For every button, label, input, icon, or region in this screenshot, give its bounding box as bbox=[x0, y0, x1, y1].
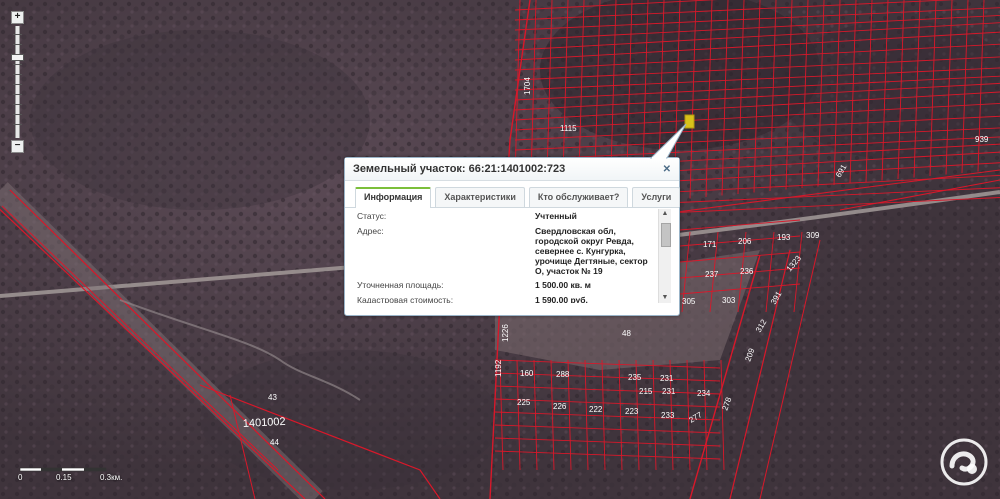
parcel-info-popup: Земельный участок: 66:21:1401002:723 ✕ И… bbox=[344, 123, 687, 316]
info-row-status: Статус: Учтенный bbox=[357, 211, 653, 222]
scroll-thumb[interactable] bbox=[661, 223, 671, 247]
zoom-slider-handle[interactable] bbox=[11, 54, 24, 61]
zoom-tick bbox=[13, 114, 22, 115]
zoom-tick bbox=[13, 124, 22, 125]
parcel-label: 193 bbox=[777, 233, 791, 242]
info-value: 1 500.00 кв. м bbox=[535, 280, 591, 290]
info-value: Учтенный bbox=[535, 211, 577, 221]
zoom-tick bbox=[13, 74, 22, 75]
parcel-label: 1704 bbox=[523, 77, 532, 95]
zoom-tick bbox=[13, 34, 22, 35]
parcel-label: 223 bbox=[625, 407, 639, 416]
zoom-tick bbox=[13, 104, 22, 105]
info-row-address: Адрес: Свердловская обл, городской округ… bbox=[357, 226, 653, 276]
scale-label: 0.3км. bbox=[100, 473, 123, 482]
zoom-in-icon[interactable]: + bbox=[11, 11, 24, 24]
parcel-label: 48 bbox=[622, 329, 631, 338]
parcel-label: 171 bbox=[703, 240, 717, 249]
tab-characteristics[interactable]: Характеристики bbox=[435, 187, 525, 207]
zoom-out-icon[interactable]: − bbox=[11, 140, 24, 153]
popup-header: Земельный участок: 66:21:1401002:723 ✕ bbox=[345, 158, 679, 181]
parcel-label: 44 bbox=[270, 438, 279, 447]
parcel-label: 206 bbox=[738, 237, 752, 246]
close-icon[interactable]: ✕ bbox=[663, 164, 671, 175]
parcel-label: 235 bbox=[628, 373, 642, 382]
parcel-label: 160 bbox=[520, 369, 534, 378]
parcel-label: 233 bbox=[661, 411, 675, 420]
scroll-down-icon[interactable]: ▼ bbox=[659, 293, 671, 303]
parcel-label: 231 bbox=[662, 387, 676, 396]
parcel-label: 231 bbox=[660, 374, 674, 383]
scale-bar: 0 0.15 0.3км. bbox=[18, 462, 128, 484]
parcel-label: 237 bbox=[705, 270, 719, 279]
parcel-label: 222 bbox=[589, 405, 603, 414]
info-row-area: Уточненная площадь: 1 500.00 кв. м bbox=[357, 280, 653, 291]
parcel-label: 226 bbox=[553, 402, 567, 411]
scale-label: 0.15 bbox=[56, 473, 72, 482]
zoom-tick bbox=[13, 44, 22, 45]
parcel-label: 225 bbox=[517, 398, 531, 407]
info-label: Статус: bbox=[357, 211, 387, 221]
parcel-label: 236 bbox=[740, 267, 754, 276]
selected-parcel[interactable] bbox=[684, 114, 695, 129]
parcel-label: 1226 bbox=[501, 324, 510, 342]
tab-who-serves[interactable]: Кто обслуживает? bbox=[528, 187, 629, 207]
info-row-cost: Кадастровая стоимость: 1 590.00 руб. bbox=[357, 295, 653, 303]
parcel-label: 939 bbox=[975, 135, 989, 144]
info-value: 1 590.00 руб. bbox=[535, 295, 588, 303]
parcel-label: 215 bbox=[639, 387, 653, 396]
zoom-tick bbox=[13, 84, 22, 85]
parcel-label: 303 bbox=[722, 296, 736, 305]
scale-label: 0 bbox=[18, 473, 23, 482]
parcel-label: 1115 bbox=[560, 124, 577, 133]
info-label: Уточненная площадь: bbox=[357, 280, 444, 290]
zoom-tick bbox=[13, 64, 22, 65]
tab-info[interactable]: Информация bbox=[355, 187, 432, 208]
parcel-label: 43 bbox=[268, 393, 277, 402]
info-label: Адрес: bbox=[357, 226, 384, 236]
info-label: Кадастровая стоимость: bbox=[357, 295, 454, 303]
parcel-label: 1192 bbox=[494, 359, 503, 377]
popup-title: Земельный участок: 66:21:1401002:723 bbox=[353, 163, 566, 175]
popup-tabs: Информация Характеристики Кто обслуживае… bbox=[345, 181, 681, 208]
zoom-control: + − bbox=[11, 11, 24, 153]
parcel-label: 234 bbox=[697, 389, 711, 398]
rosreestr-logo-icon bbox=[938, 436, 990, 488]
zoom-tick bbox=[13, 94, 22, 95]
popup-body[interactable]: Статус: Учтенный Адрес: Свердловская обл… bbox=[353, 209, 671, 303]
zoom-slider[interactable] bbox=[11, 26, 24, 138]
popup-scrollbar[interactable]: ▲ ▼ bbox=[658, 209, 671, 303]
tab-services[interactable]: Услуги bbox=[632, 187, 681, 207]
quarter-label: 1401002 bbox=[243, 416, 286, 430]
parcel-label: 288 bbox=[556, 370, 570, 379]
scroll-up-icon[interactable]: ▲ bbox=[659, 209, 671, 219]
parcel-label: 305 bbox=[682, 297, 696, 306]
parcel-label: 309 bbox=[806, 231, 820, 240]
info-value: Свердловская обл, городской округ Ревда,… bbox=[535, 226, 648, 276]
